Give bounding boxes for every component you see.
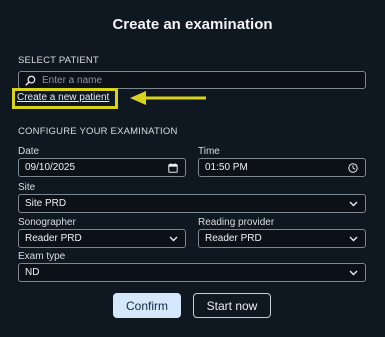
clock-icon[interactable]: [347, 162, 359, 174]
search-icon: [25, 74, 37, 86]
time-label: Time: [198, 146, 220, 157]
time-field[interactable]: 01:50 PM: [198, 158, 366, 177]
site-select[interactable]: Site PRD: [18, 194, 366, 213]
chevron-down-icon: [347, 233, 359, 245]
start-now-button[interactable]: Start now: [193, 293, 271, 318]
select-patient-heading: SELECT PATIENT: [18, 55, 99, 66]
calendar-icon[interactable]: [167, 162, 179, 174]
patient-search-input[interactable]: Enter a name: [18, 71, 366, 89]
chevron-down-icon: [347, 267, 359, 279]
date-label: Date: [18, 146, 40, 157]
exam-type-select[interactable]: ND: [18, 263, 366, 282]
time-value: 01:50 PM: [205, 162, 248, 173]
sonographer-label: Sonographer: [18, 217, 76, 228]
chevron-down-icon: [347, 198, 359, 210]
create-examination-dialog: Create an examination SELECT PATIENT Ent…: [0, 0, 385, 337]
sonographer-value: Reader PRD: [25, 233, 82, 244]
date-field[interactable]: 09/10/2025: [18, 158, 186, 177]
exam-type-label: Exam type: [18, 251, 66, 262]
date-value: 09/10/2025: [25, 162, 76, 173]
reading-provider-select[interactable]: Reader PRD: [198, 229, 366, 248]
create-new-patient-link[interactable]: Create a new patient: [17, 92, 109, 103]
reading-provider-label: Reading provider: [198, 217, 275, 228]
reading-provider-value: Reader PRD: [205, 233, 262, 244]
page-title: Create an examination: [112, 16, 273, 33]
arrow-left-icon: [130, 91, 206, 105]
sonographer-select[interactable]: Reader PRD: [18, 229, 186, 248]
configure-heading: CONFIGURE YOUR EXAMINATION: [18, 126, 178, 137]
chevron-down-icon: [167, 233, 179, 245]
confirm-button[interactable]: Confirm: [113, 293, 181, 318]
site-value: Site PRD: [25, 198, 67, 209]
site-label: Site: [18, 182, 36, 193]
patient-search-placeholder: Enter a name: [42, 74, 103, 86]
exam-type-value: ND: [25, 267, 40, 278]
